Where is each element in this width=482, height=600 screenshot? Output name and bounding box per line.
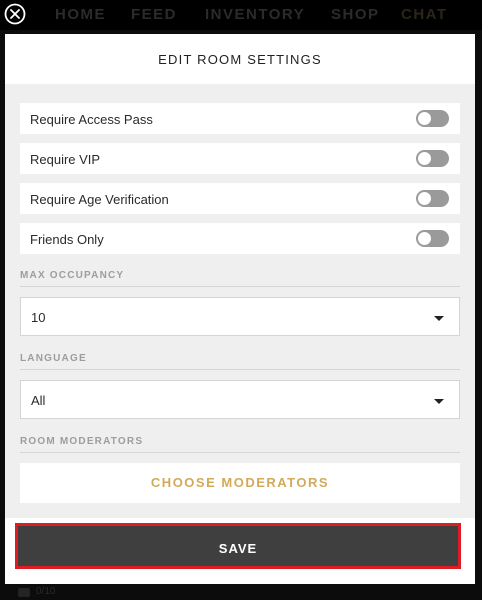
top-nav: HOME FEED INVENTORY SHOP CHAT bbox=[0, 0, 482, 30]
language-select[interactable]: All bbox=[20, 380, 460, 419]
max-occupancy-value: 10 bbox=[31, 310, 46, 325]
nav-inventory[interactable]: INVENTORY bbox=[205, 6, 305, 23]
nav-feed[interactable]: FEED bbox=[131, 6, 177, 23]
toggle-label: Require VIP bbox=[30, 152, 101, 167]
nav-home[interactable]: HOME bbox=[55, 6, 106, 23]
toggle-label: Require Access Pass bbox=[30, 112, 153, 127]
access-pass-toggle[interactable] bbox=[416, 110, 449, 127]
chevron-down-icon bbox=[434, 399, 444, 404]
toggle-row-access-pass: Require Access Pass bbox=[20, 103, 460, 134]
toggle-knob bbox=[418, 192, 431, 205]
toggle-label: Require Age Verification bbox=[30, 192, 169, 207]
max-occupancy-label: MAX OCCUPANCY bbox=[20, 270, 460, 287]
toggle-knob bbox=[418, 152, 431, 165]
toggle-label: Friends Only bbox=[30, 232, 104, 247]
toggle-knob bbox=[418, 112, 431, 125]
room-moderators-label: ROOM MODERATORS bbox=[20, 436, 460, 453]
max-occupancy-select[interactable]: 10 bbox=[20, 297, 460, 336]
choose-moderators-button[interactable]: CHOOSE MODERATORS bbox=[20, 463, 460, 503]
toggle-row-vip: Require VIP bbox=[20, 143, 460, 174]
age-verification-toggle[interactable] bbox=[416, 190, 449, 207]
nav-shop[interactable]: SHOP bbox=[331, 6, 380, 23]
occupancy-icon bbox=[18, 588, 30, 597]
toggle-row-friends-only: Friends Only bbox=[20, 223, 460, 254]
toggle-row-age-verification: Require Age Verification bbox=[20, 183, 460, 214]
friends-only-toggle[interactable] bbox=[416, 230, 449, 247]
close-icon bbox=[4, 3, 26, 25]
vip-toggle[interactable] bbox=[416, 150, 449, 167]
language-label: LANGUAGE bbox=[20, 353, 460, 370]
save-button[interactable]: SAVE bbox=[15, 523, 461, 569]
edit-room-settings-modal: EDIT ROOM SETTINGS Require Access Pass R… bbox=[5, 34, 475, 584]
save-bar: SAVE bbox=[5, 518, 475, 584]
occupancy-count: 0/10 bbox=[36, 586, 56, 597]
toggle-knob bbox=[418, 232, 431, 245]
modal-header: EDIT ROOM SETTINGS bbox=[5, 34, 475, 84]
modal-title: EDIT ROOM SETTINGS bbox=[158, 52, 322, 67]
close-button[interactable] bbox=[4, 3, 26, 25]
nav-chat[interactable]: CHAT bbox=[401, 6, 448, 23]
chevron-down-icon bbox=[434, 316, 444, 321]
language-value: All bbox=[31, 393, 46, 408]
